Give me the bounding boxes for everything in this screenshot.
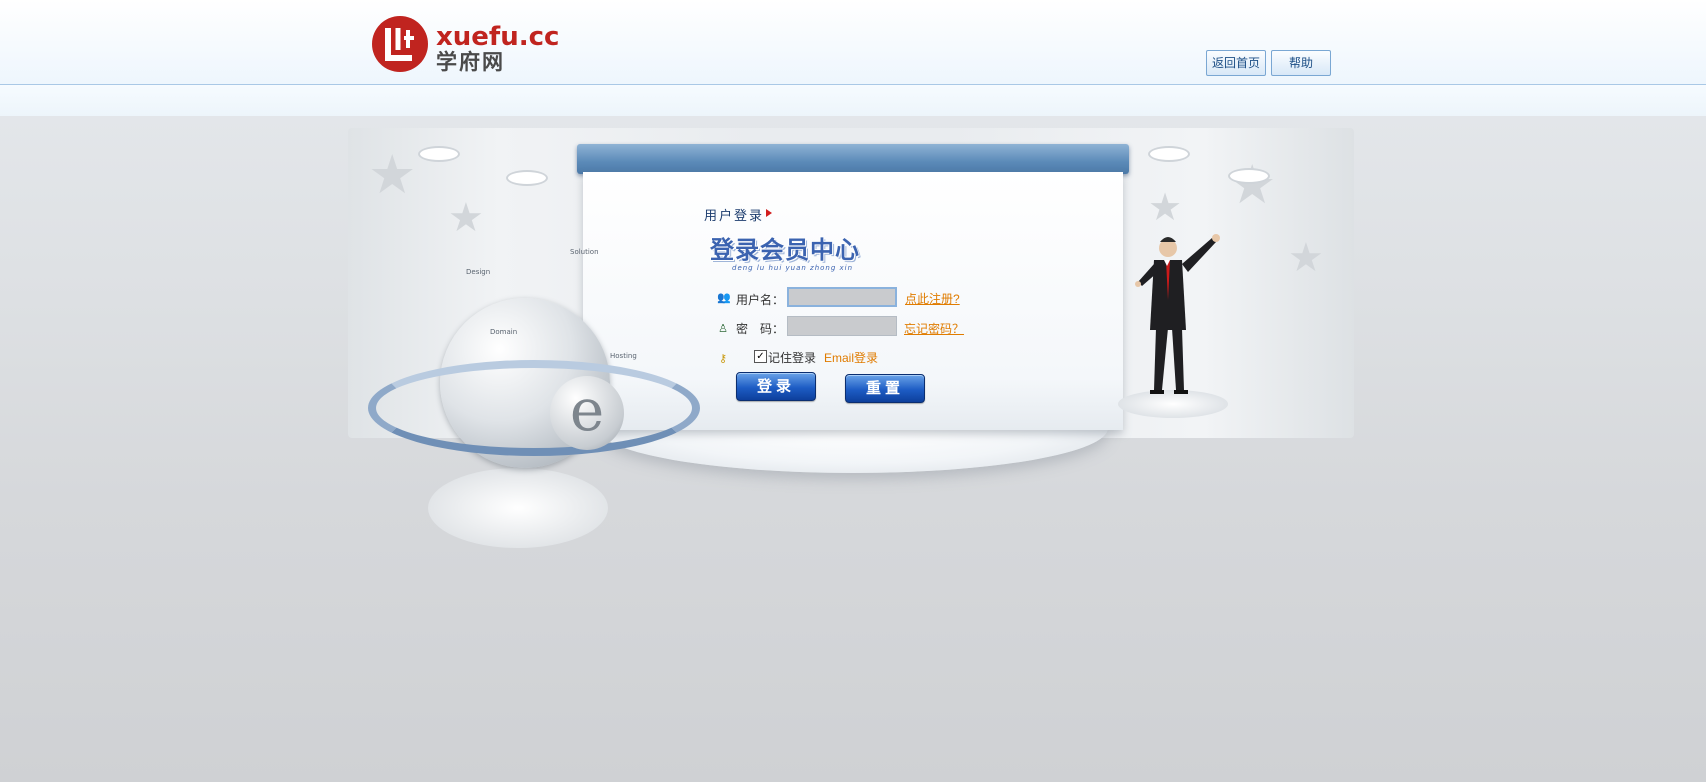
logo-mark-icon [372,16,428,72]
star-decoration-icon: ★ [1288,235,1324,281]
password-label: 密 码： [736,322,785,336]
register-link[interactable]: 点此注册? [905,290,960,307]
forgot-password-link[interactable]: 忘记密码？ [904,320,964,337]
user-lock-icon: ♙ [718,322,728,335]
globe-tag-domain: Domain [490,328,518,336]
site-logo[interactable]: xuefu.cc 学府网 [370,14,580,76]
password-input[interactable] [787,316,897,336]
globe-tag-design: Design [466,268,491,276]
login-form: 用户登录 登录会员中心 deng lu hui yuan zhong xin 👥… [700,205,1020,415]
globe-tag-hosting: Hosting [610,352,637,360]
star-decoration-icon: ★ [448,195,484,241]
form-section-title: 用户登录 [704,209,765,224]
globe-illustration: e Design Solution Domain Hosting [368,248,700,588]
star-decoration-icon: ★ [368,143,417,206]
header-subbar [0,85,1706,116]
businessman-figure-icon [1135,234,1220,394]
ceiling-lamp-icon [1228,168,1270,184]
e-ball-icon: e [550,376,624,450]
board-header-bar [577,144,1129,174]
back-home-button[interactable]: 返回首页 [1206,50,1266,76]
top-header: xuefu.cc 学府网 返回首页 帮助 [0,0,1706,85]
remember-checkbox[interactable]: ✓ [754,350,767,363]
form-heading: 登录会员中心 [710,236,860,264]
key-icon: ⚷ [718,352,728,365]
form-heading-pinyin: deng lu hui yuan zhong xin [732,264,854,272]
username-label: 用户名： [736,293,785,307]
ceiling-lamp-icon [1148,146,1190,162]
users-icon: 👥 [717,291,731,304]
star-decoration-icon: ★ [1228,153,1277,216]
globe-tag-solution: Solution [570,248,599,256]
remember-label: 记住登录 [768,351,817,365]
login-button[interactable]: 登录 [736,372,816,401]
help-button[interactable]: 帮助 [1271,50,1331,76]
username-input[interactable] [787,287,897,307]
red-arrow-icon [766,209,772,217]
logo-chinese-name: 学府网 [436,50,505,74]
star-decoration-icon: ★ [1148,185,1183,229]
orbit-arrow-icon [368,360,700,456]
ceiling-lamp-icon [418,146,460,162]
email-login-link[interactable]: Email登录 [824,349,878,366]
ceiling-lamp-icon [506,170,548,186]
reset-button[interactable]: 重置 [845,374,925,403]
globe-reflection [428,468,608,548]
